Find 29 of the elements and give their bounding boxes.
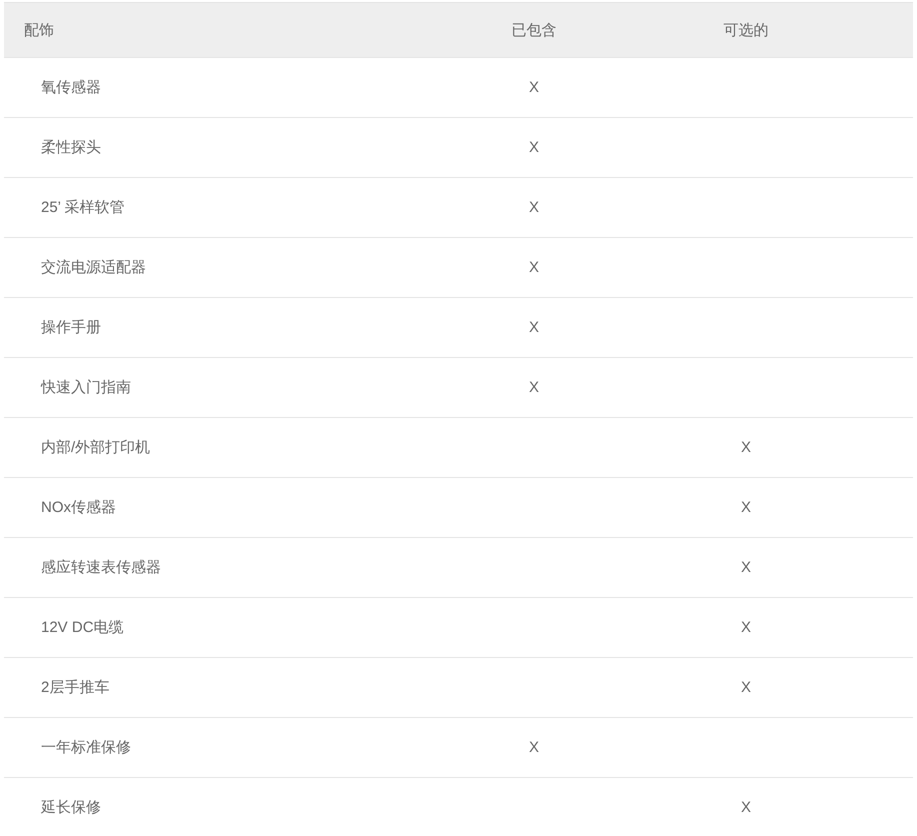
table-cell-text: 内部/外部打印机 [40,438,150,457]
table-cell: X [740,679,751,696]
table-cell-text: 感应转速表传感器 [40,558,161,577]
table-cell-text: 2层手推车 [40,678,110,697]
table-cell-text: 一年标准保修 [40,738,131,757]
column-header: 已包含 [512,20,556,40]
table-cell-text: 25’ 采样软管 [40,198,125,217]
table-cell: X [528,79,539,96]
table-cell: X [528,139,539,156]
table-cell: X [528,379,539,396]
table-cell: X [528,319,539,336]
column-header: 配饰 [23,20,54,40]
table-cell: X [528,199,539,216]
table-cell-text: 延长保修 [40,798,101,817]
table-cell: X [528,259,539,276]
table-cell-text: 柔性探头 [40,138,101,157]
table-cell-text: 12V DC电缆 [40,618,124,637]
table-cell: X [740,619,751,636]
table-cell-text: NOx传感器 [40,498,116,517]
table-cell: X [740,499,751,516]
table-cell: X [528,739,539,756]
table-cell-text: 操作手册 [40,318,101,337]
table-cell: X [740,559,751,576]
column-header: 可选的 [724,20,768,40]
table-cell: X [740,799,751,816]
table-cell-text: 快速入门指南 [40,378,131,397]
table-cell: X [740,439,751,456]
table-cell-text: 交流电源适配器 [40,258,146,277]
table-cell-text: 氧传感器 [40,78,101,97]
